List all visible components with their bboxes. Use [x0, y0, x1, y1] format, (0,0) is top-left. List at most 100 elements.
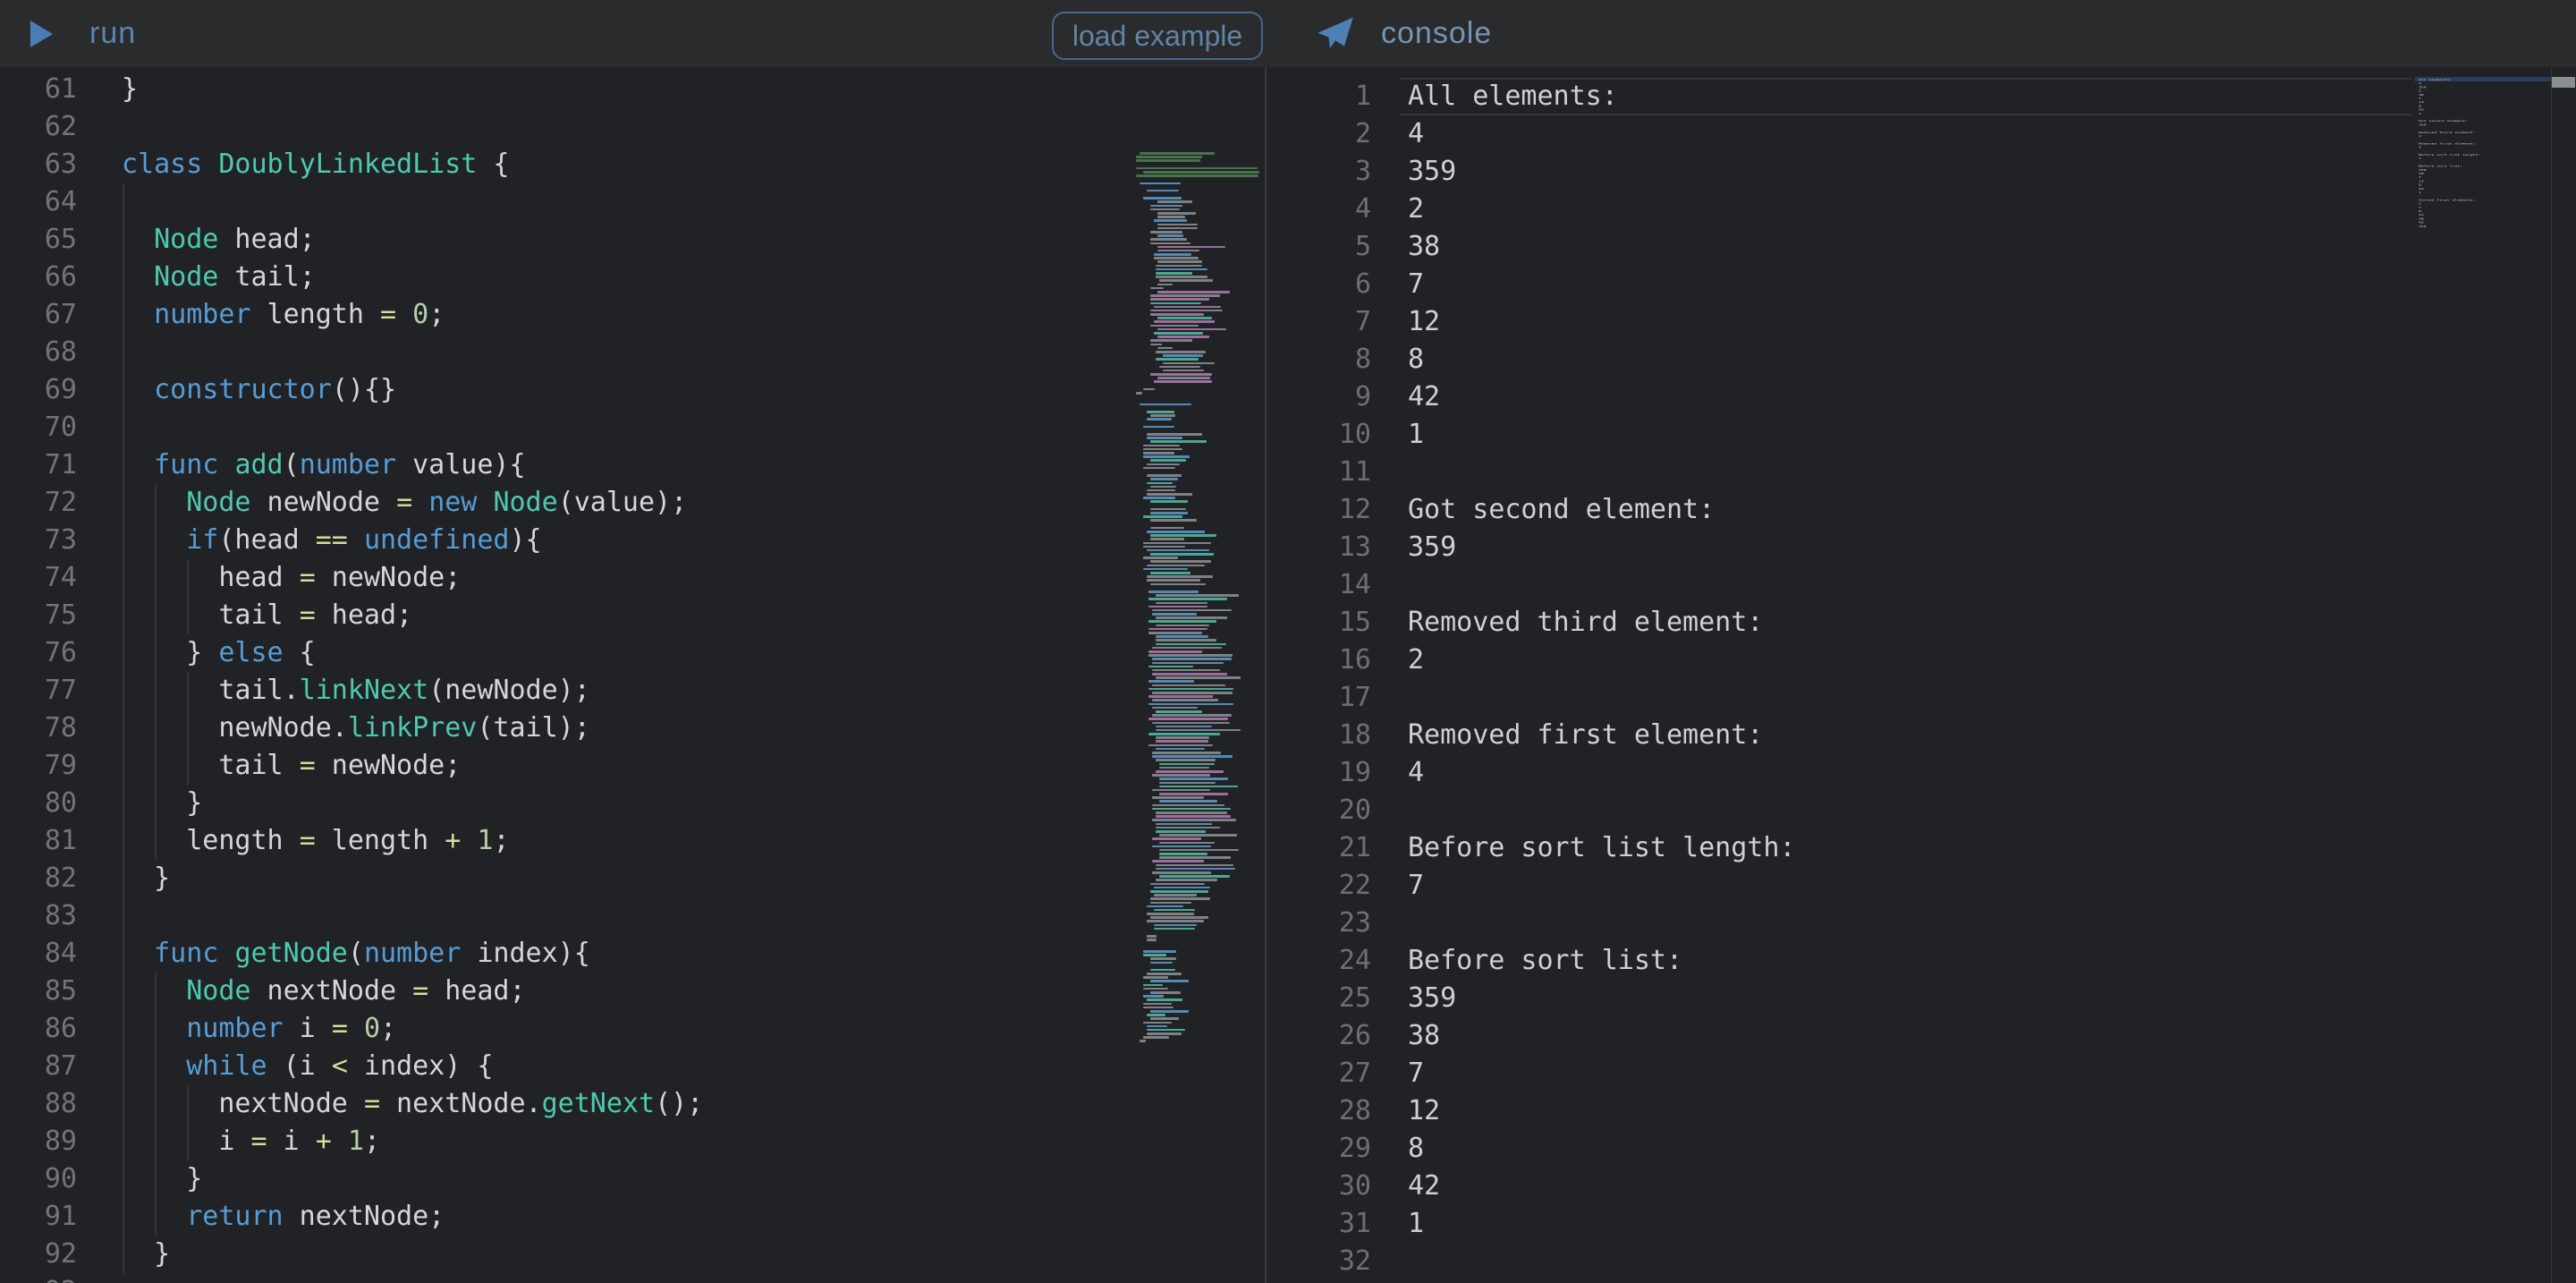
code-line[interactable]: 69 constructor(){}: [0, 371, 1265, 409]
line-number: 29: [1267, 1130, 1371, 1168]
code-line[interactable]: 61}: [0, 71, 1265, 108]
console-line[interactable]: 1All elements:: [1267, 78, 2576, 115]
code-editor[interactable]: 61}6263class DoublyLinkedList {6465 Node…: [0, 67, 1265, 1283]
code-line[interactable]: 65 Node head;: [0, 221, 1265, 259]
code-line[interactable]: 62: [0, 108, 1265, 146]
line-number: 16: [1267, 642, 1371, 679]
console-line[interactable]: 162: [1267, 642, 2576, 679]
console-line[interactable]: 18Removed first element:: [1267, 717, 2576, 754]
code-line[interactable]: 74 head = newNode;: [0, 559, 1265, 597]
code-line[interactable]: 88 nextNode = nextNode.getNext();: [0, 1085, 1265, 1123]
console-line[interactable]: 2638: [1267, 1017, 2576, 1055]
code-line[interactable]: 73 if(head == undefined){: [0, 522, 1265, 559]
code-line[interactable]: 78 newNode.linkPrev(tail);: [0, 709, 1265, 747]
console-line[interactable]: 538: [1267, 228, 2576, 266]
console-line[interactable]: 227: [1267, 867, 2576, 905]
line-number: 10: [1267, 416, 1371, 454]
console-line[interactable]: 17: [1267, 679, 2576, 717]
line-number: 7: [1267, 303, 1371, 341]
indent-guide: [123, 559, 124, 597]
console-minimap[interactable]: All elements:43592387128421 Got second e…: [2419, 78, 2480, 228]
console-line[interactable]: 21Before sort list length:: [1267, 829, 2576, 867]
console-output-lines: 1All elements:24335942538677128894210111…: [1267, 67, 2576, 1280]
code-line[interactable]: 68: [0, 334, 1265, 371]
code-line[interactable]: 89 i = i + 1;: [0, 1123, 1265, 1160]
indent-guide: [123, 709, 124, 747]
console-line[interactable]: 3359: [1267, 153, 2576, 191]
console-line[interactable]: 20: [1267, 792, 2576, 829]
code-text: class DoublyLinkedList {: [77, 149, 509, 180]
console-line[interactable]: 24: [1267, 115, 2576, 153]
console-line[interactable]: 67: [1267, 266, 2576, 303]
code-line[interactable]: 84 func getNode(number index){: [0, 935, 1265, 973]
code-line[interactable]: 87 while (i < index) {: [0, 1048, 1265, 1085]
indent-guide: [155, 1010, 157, 1048]
console-line[interactable]: 42: [1267, 191, 2576, 228]
console-line[interactable]: 32: [1267, 1243, 2576, 1280]
play-icon: [30, 21, 54, 47]
console-line[interactable]: 11: [1267, 454, 2576, 491]
code-line[interactable]: 70: [0, 409, 1265, 446]
code-text: [77, 111, 122, 142]
code-line[interactable]: 81 length = length + 1;: [0, 822, 1265, 860]
console-line[interactable]: 14: [1267, 566, 2576, 604]
indent-guide: [123, 785, 124, 822]
indent-guide: [155, 1198, 157, 1236]
code-line[interactable]: 67 number length = 0;: [0, 296, 1265, 334]
code-playground-window: run load example console 61}6263class Do…: [0, 0, 2576, 1283]
console-toggle[interactable]: console: [1317, 0, 1492, 67]
code-line[interactable]: 90 }: [0, 1160, 1265, 1198]
console-line[interactable]: 3042: [1267, 1168, 2576, 1205]
code-line[interactable]: 76 } else {: [0, 634, 1265, 672]
console-line[interactable]: 712: [1267, 303, 2576, 341]
console-line[interactable]: 24Before sort list:: [1267, 942, 2576, 980]
code-line[interactable]: 71 func add(number value){: [0, 446, 1265, 484]
line-number: 25: [1267, 980, 1371, 1017]
console-text: [1371, 682, 1408, 713]
code-line[interactable]: 82 }: [0, 860, 1265, 897]
code-line[interactable]: 66 Node tail;: [0, 259, 1265, 296]
console-line[interactable]: 942: [1267, 378, 2576, 416]
console-line[interactable]: 298: [1267, 1130, 2576, 1168]
console-line[interactable]: 88: [1267, 341, 2576, 378]
console-text: 359: [1371, 531, 1456, 563]
code-line[interactable]: 75 tail = head;: [0, 597, 1265, 634]
code-line[interactable]: 80 }: [0, 785, 1265, 822]
editor-minimap[interactable]: [1125, 152, 1265, 1044]
line-number: 75: [0, 597, 77, 634]
code-line[interactable]: 93: [0, 1273, 1265, 1283]
code-line[interactable]: 79 tail = newNode;: [0, 747, 1265, 785]
line-number: 8: [1267, 341, 1371, 378]
console-output[interactable]: 1All elements:24335942538677128894210111…: [1267, 67, 2576, 1283]
indent-guide: [187, 1085, 189, 1123]
console-line[interactable]: 12Got second element:: [1267, 491, 2576, 529]
load-example-button[interactable]: load example: [1052, 12, 1263, 60]
line-number: 92: [0, 1236, 77, 1273]
console-line[interactable]: 13359: [1267, 529, 2576, 566]
console-line[interactable]: 2812: [1267, 1092, 2576, 1130]
code-line[interactable]: 63class DoublyLinkedList {: [0, 146, 1265, 183]
scrollbar-thumb[interactable]: [2552, 77, 2575, 88]
code-line[interactable]: 83: [0, 897, 1265, 935]
indent-guide: [123, 484, 124, 522]
console-text: Removed third element:: [1371, 607, 1763, 638]
indent-guide: [155, 785, 157, 822]
code-line[interactable]: 64: [0, 183, 1265, 221]
code-line[interactable]: 77 tail.linkNext(newNode);: [0, 672, 1265, 709]
console-line[interactable]: 25359: [1267, 980, 2576, 1017]
console-line[interactable]: 101: [1267, 416, 2576, 454]
run-button[interactable]: run: [30, 0, 136, 67]
console-line[interactable]: 23: [1267, 905, 2576, 942]
code-line[interactable]: 72 Node newNode = new Node(value);: [0, 484, 1265, 522]
line-number: 82: [0, 860, 77, 897]
code-line[interactable]: 85 Node nextNode = head;: [0, 973, 1265, 1010]
console-line[interactable]: 194: [1267, 754, 2576, 792]
console-line[interactable]: 15Removed third element:: [1267, 604, 2576, 642]
code-line[interactable]: 91 return nextNode;: [0, 1198, 1265, 1236]
console-line[interactable]: 277: [1267, 1055, 2576, 1092]
console-line[interactable]: 311: [1267, 1205, 2576, 1243]
code-text: return nextNode;: [77, 1201, 445, 1232]
code-line[interactable]: 92 }: [0, 1236, 1265, 1273]
indent-guide: [123, 860, 124, 897]
code-line[interactable]: 86 number i = 0;: [0, 1010, 1265, 1048]
